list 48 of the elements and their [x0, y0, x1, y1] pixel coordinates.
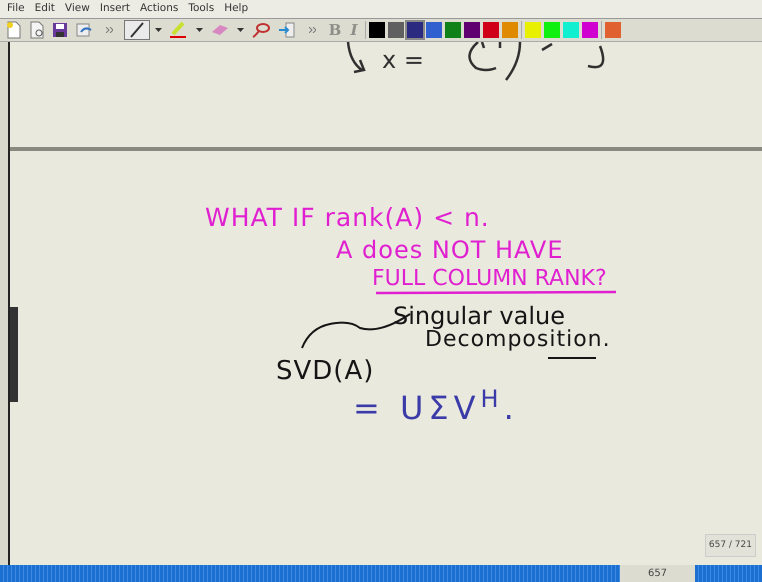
insert-space-icon: [278, 22, 296, 38]
color-swatch[interactable]: [563, 22, 579, 38]
status-bar-segment: [695, 565, 762, 582]
color-swatch[interactable]: [502, 22, 518, 38]
handwritten-text: = UΣV$^{H}$.: [353, 392, 519, 424]
color-swatch[interactable]: [464, 22, 480, 38]
highlighter-icon: [169, 21, 189, 39]
lasso-icon: [251, 22, 271, 38]
menu-item[interactable]: Tools: [183, 1, 220, 17]
handwritten-text: FULL COLUMN RANK?: [372, 268, 607, 290]
chevron-icon[interactable]: [309, 26, 316, 33]
pen-button[interactable]: [124, 20, 150, 40]
color-swatch[interactable]: [407, 22, 423, 38]
color-swatch[interactable]: [544, 22, 560, 38]
caret-icon: [155, 28, 162, 32]
handwritten-text: Singular value: [393, 304, 565, 328]
handwritten-text: SVD(A): [276, 358, 374, 384]
color-swatch[interactable]: [582, 22, 598, 38]
pane-handle[interactable]: [10, 307, 18, 402]
color-swatch[interactable]: [525, 22, 541, 38]
handwritten-text: WHAT IF rank(A) < n.: [205, 205, 490, 230]
menu-item[interactable]: View: [60, 1, 95, 17]
menu-item[interactable]: Edit: [30, 1, 60, 17]
page-indicator: 657 / 721: [704, 534, 756, 557]
menu-item[interactable]: Actions: [134, 1, 184, 17]
caret-icon: [196, 28, 203, 32]
handwritten-text: x =: [382, 48, 424, 72]
page-number: 657: [646, 567, 668, 581]
menu-item[interactable]: Help: [219, 1, 254, 17]
color-swatch[interactable]: [445, 22, 461, 38]
color-swatch[interactable]: [605, 22, 621, 38]
send-icon: [75, 22, 93, 38]
color-swatch[interactable]: [426, 22, 442, 38]
underline-stroke: [547, 356, 597, 360]
save-button[interactable]: [50, 20, 70, 40]
eraser-icon: [210, 22, 230, 38]
save-icon: [52, 22, 68, 38]
color-swatch[interactable]: [388, 22, 404, 38]
handwritten-text: Decomposition.: [425, 329, 611, 351]
open-note-icon: [29, 21, 45, 39]
color-swatch[interactable]: [369, 22, 385, 38]
caret-icon: [237, 28, 244, 32]
color-swatch[interactable]: [483, 22, 499, 38]
handwritten-text: A does NOT HAVE: [336, 238, 564, 262]
new-note-icon: [6, 21, 22, 39]
chevron-icon[interactable]: [106, 26, 113, 33]
menu-item[interactable]: File: [2, 1, 30, 17]
menu-item[interactable]: Insert: [94, 1, 135, 17]
